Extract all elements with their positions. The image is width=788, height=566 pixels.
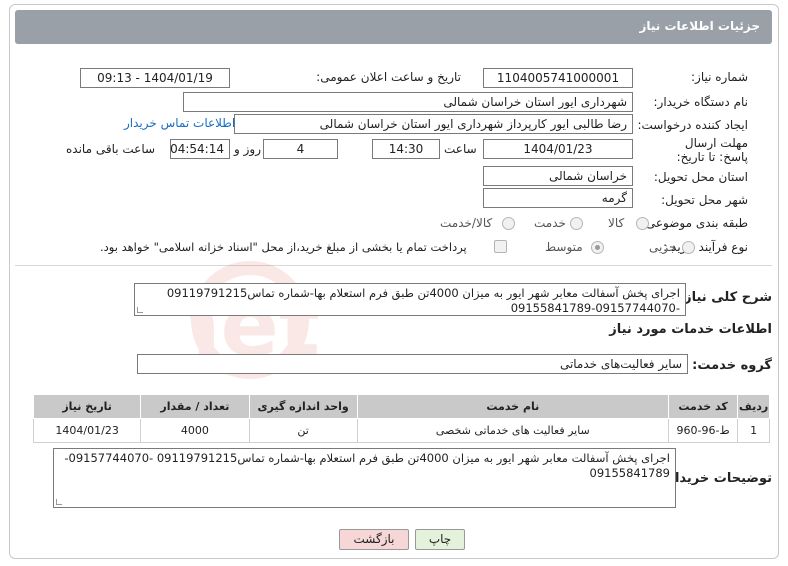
- remaining-label: ساعت باقی مانده: [66, 142, 156, 156]
- process-option-medium: متوسط: [545, 240, 583, 254]
- summary-label: شرح کلی نیاز:: [678, 290, 772, 305]
- cell-need-date: 1404/01/23: [32, 418, 142, 443]
- deadline-date-field[interactable]: 1404/01/23: [483, 139, 633, 159]
- announce-label: تاریخ و ساعت اعلان عمومی:: [316, 70, 461, 84]
- table-header-row: ردیف کد خدمت نام خدمت واحد اندازه گیری ت…: [32, 394, 770, 419]
- summary-textarea[interactable]: اجرای پخش آسفالت معابر شهر ایور به میزان…: [134, 283, 686, 316]
- treasury-checkbox[interactable]: [494, 240, 507, 253]
- category-radio-goods[interactable]: [636, 217, 649, 230]
- buyer-notes-text: اجرای پخش آسفالت معابر شهر ایور به میزان…: [64, 451, 670, 480]
- buyer-notes-label: توضیحات خریدار:: [662, 471, 772, 486]
- service-group-field[interactable]: سایر فعالیت‌های خدماتی: [137, 354, 688, 374]
- cell-row: 1: [737, 418, 770, 443]
- buyer-contact-link[interactable]: اطلاعات تماس خریدار: [124, 116, 235, 130]
- payment-note: پرداخت تمام یا بخشی از مبلغ خرید،از محل …: [100, 240, 467, 254]
- creator-label: ایجاد کننده درخواست:: [637, 118, 748, 132]
- category-option-goods-service: کالا/خدمت: [440, 216, 493, 230]
- col-need-date: تاریخ نیاز: [32, 394, 142, 419]
- city-label: شهر محل تحویل:: [661, 193, 748, 207]
- print-button[interactable]: چاپ: [415, 529, 465, 550]
- col-unit: واحد اندازه گیری: [248, 394, 358, 419]
- resize-handle[interactable]: [56, 499, 62, 505]
- col-quantity: تعداد / مقدار: [140, 394, 250, 419]
- col-service-name: نام خدمت: [356, 394, 669, 419]
- category-label: طبقه بندی موضوعی:: [641, 216, 748, 230]
- category-radio-goods-service[interactable]: [502, 217, 515, 230]
- remaining-time-field[interactable]: 04:54:14: [170, 139, 230, 159]
- province-label: استان محل تحویل:: [653, 170, 748, 184]
- days-field[interactable]: 4: [263, 139, 338, 159]
- city-field[interactable]: گرمه: [483, 188, 633, 208]
- buyer-org-label: نام دستگاه خریدار:: [653, 95, 749, 109]
- province-field[interactable]: خراسان شمالی: [483, 166, 633, 186]
- col-service-code: کد خدمت: [667, 394, 739, 419]
- deadline-label: مهلت ارسال پاسخ: تا تاریخ:: [676, 136, 748, 164]
- service-group-label: گروه خدمت:: [692, 358, 772, 373]
- category-option-goods: کالا: [608, 216, 625, 230]
- summary-text: اجرای پخش آسفالت معابر شهر ایور به میزان…: [166, 286, 680, 315]
- deadline-time-field[interactable]: 14:30: [372, 139, 440, 159]
- category-radio-service[interactable]: [570, 217, 583, 230]
- cell-quantity: 4000: [140, 418, 250, 443]
- col-row: ردیف: [737, 394, 770, 419]
- category-option-service: خدمت: [534, 216, 566, 230]
- need-number-field[interactable]: 1104005741000001: [483, 68, 633, 88]
- buyer-org-field[interactable]: شهرداری ایور استان خراسان شمالی: [183, 92, 633, 112]
- panel-header: جزئیات اطلاعات نیاز: [15, 10, 772, 44]
- cell-unit: تن: [248, 418, 358, 443]
- deadline-time-label: ساعت: [444, 142, 477, 156]
- table-row[interactable]: 1 ط-96-960 سایر فعالیت های خدماتی شخصی ت…: [32, 418, 770, 443]
- services-section-title: اطلاعات خدمات مورد نیاز: [609, 322, 772, 337]
- process-option-minor: جزیی: [649, 240, 677, 254]
- cell-service-code: ط-96-960: [667, 418, 739, 443]
- cell-service-name: سایر فعالیت های خدماتی شخصی: [356, 418, 669, 443]
- services-table: ردیف کد خدمت نام خدمت واحد اندازه گیری ت…: [32, 394, 770, 443]
- page-title: جزئیات اطلاعات نیاز: [639, 19, 760, 33]
- days-label: روز و: [234, 142, 261, 156]
- process-radio-minor[interactable]: [682, 241, 695, 254]
- process-radio-medium[interactable]: [591, 241, 604, 254]
- resize-handle[interactable]: [137, 307, 143, 313]
- need-number-label: شماره نیاز:: [691, 70, 748, 84]
- buyer-notes-textarea[interactable]: اجرای پخش آسفالت معابر شهر ایور به میزان…: [53, 448, 676, 508]
- announce-field[interactable]: 1404/01/19 - 09:13: [80, 68, 230, 88]
- back-button[interactable]: بازگشت: [339, 529, 409, 550]
- creator-field[interactable]: رضا طالبی ایور کارپرداز شهرداری ایور است…: [234, 114, 633, 134]
- divider: [15, 265, 772, 266]
